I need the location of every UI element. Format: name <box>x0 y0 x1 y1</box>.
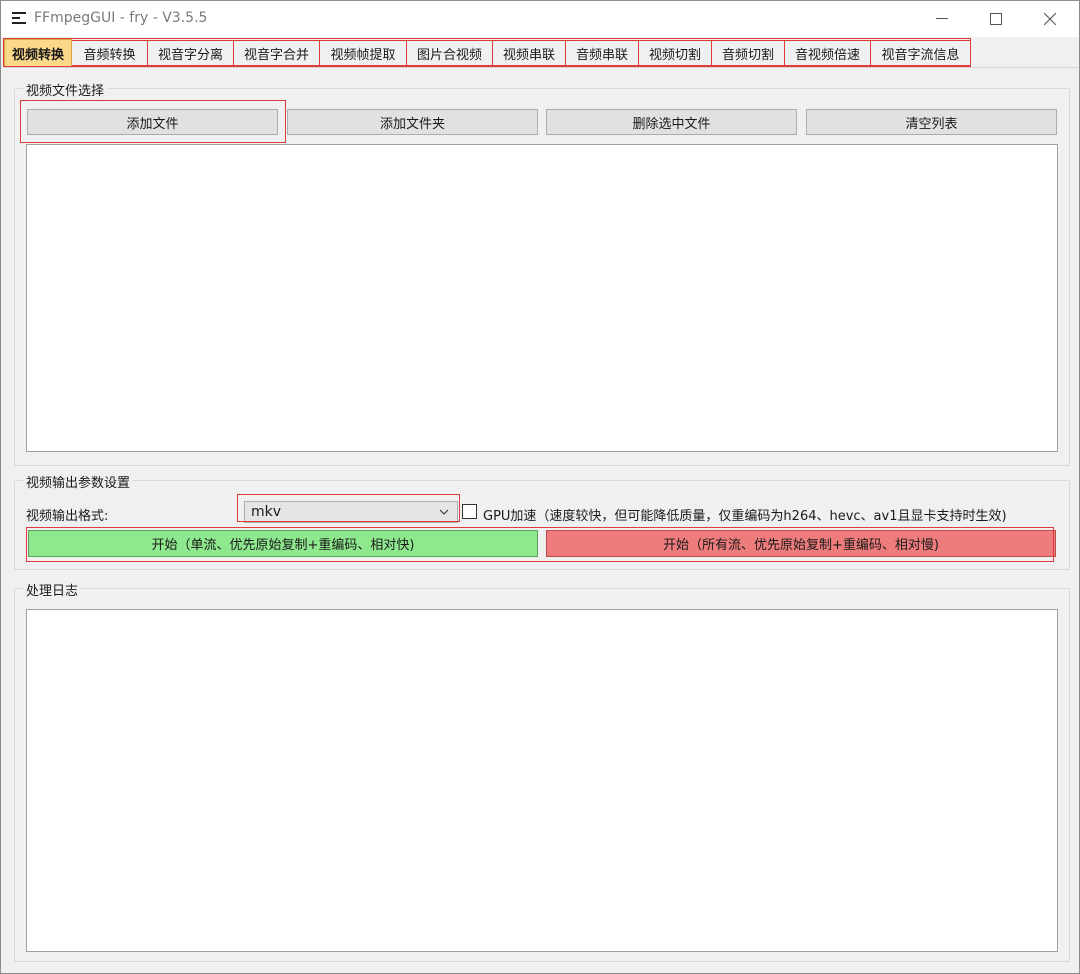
log-output[interactable] <box>26 609 1058 952</box>
log-title: 处理日志 <box>23 580 82 599</box>
chevron-down-icon <box>439 509 449 515</box>
tab-av-merge[interactable]: 视音字合并 <box>234 40 320 66</box>
tab-bar: 视频转换 音频转换 视音字分离 视音字合并 视频帧提取 图片合视频 视频串联 音… <box>4 39 971 67</box>
gpu-checkbox[interactable] <box>462 504 477 519</box>
maximize-button[interactable] <box>973 1 1019 37</box>
file-select-title: 视频文件选择 <box>23 80 108 99</box>
window-title: FFmpegGUI - fry - V3.5.5 <box>34 10 208 26</box>
log-group: 处理日志 <box>14 580 1070 962</box>
tab-stream-info[interactable]: 视音字流信息 <box>871 40 971 66</box>
app-window: FFmpegGUI - fry - V3.5.5 视频转换 音频转换 视音字分离… <box>0 0 1080 974</box>
start-all-button[interactable]: 开始（所有流、优先原始复制+重编码、相对慢) <box>546 530 1056 557</box>
close-button[interactable] <box>1027 1 1073 37</box>
delete-selected-button[interactable]: 删除选中文件 <box>546 109 797 135</box>
output-settings-title: 视频输出参数设置 <box>23 472 134 491</box>
tab-audio-convert[interactable]: 音频转换 <box>72 40 148 66</box>
gpu-label: GPU加速（速度较快，但可能降低质量，仅重编码为h264、hevc、av1且显卡… <box>483 509 1007 524</box>
tab-av-split[interactable]: 视音字分离 <box>148 40 234 66</box>
close-icon <box>1044 13 1056 25</box>
tab-audio-concat[interactable]: 音频串联 <box>566 40 639 66</box>
tab-video-cut[interactable]: 视频切割 <box>639 40 712 66</box>
clear-list-button[interactable]: 清空列表 <box>806 109 1057 135</box>
add-file-button[interactable]: 添加文件 <box>27 109 278 135</box>
tab-frame-extract[interactable]: 视频帧提取 <box>320 40 407 66</box>
file-select-group: 视频文件选择 添加文件 添加文件夹 删除选中文件 清空列表 <box>14 80 1070 466</box>
tab-video-concat[interactable]: 视频串联 <box>493 40 566 66</box>
format-select[interactable]: mkv <box>244 501 458 523</box>
title-bar: FFmpegGUI - fry - V3.5.5 <box>1 1 1079 37</box>
file-list[interactable] <box>26 144 1058 452</box>
menu-icon[interactable] <box>12 12 26 24</box>
tab-video-convert[interactable]: 视频转换 <box>4 39 72 67</box>
start-fast-button[interactable]: 开始（单流、优先原始复制+重编码、相对快) <box>28 530 538 557</box>
tab-panel-video-convert: 视频文件选择 添加文件 添加文件夹 删除选中文件 清空列表 视频输出参数设置 视… <box>4 67 1078 971</box>
maximize-icon <box>990 13 1002 25</box>
tab-audio-cut[interactable]: 音频切割 <box>712 40 785 66</box>
minimize-icon <box>936 18 948 19</box>
output-settings-group: 视频输出参数设置 视频输出格式: mkv GPU加速（速度较快，但可能降低质量，… <box>14 472 1070 570</box>
add-folder-button[interactable]: 添加文件夹 <box>287 109 538 135</box>
format-select-value: mkv <box>251 504 282 520</box>
tab-images-to-video[interactable]: 图片合视频 <box>407 40 493 66</box>
format-label: 视频输出格式: <box>26 509 109 524</box>
minimize-button[interactable] <box>919 1 965 37</box>
tab-speed[interactable]: 音视频倍速 <box>785 40 871 66</box>
